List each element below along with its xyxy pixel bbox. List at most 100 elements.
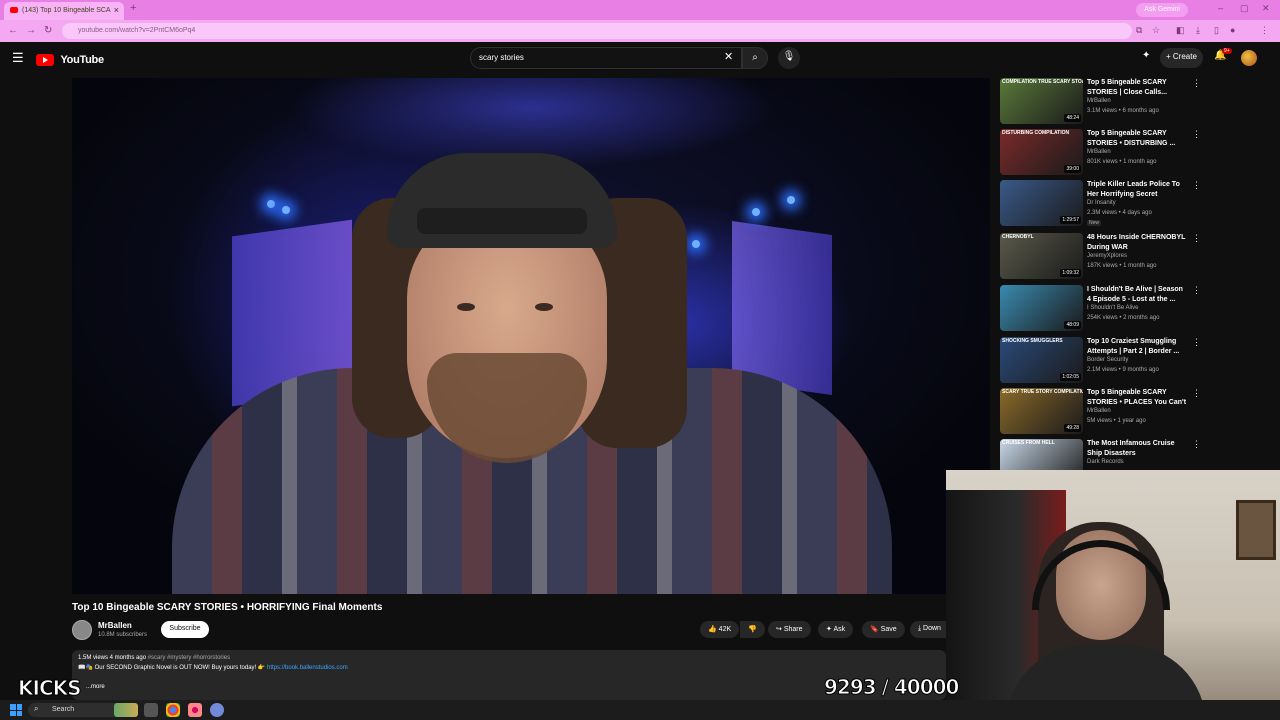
recommended-channel[interactable]: JeremyXplores <box>1087 253 1127 259</box>
recommended-video[interactable]: 48:09 I Shouldn't Be Alive | Season 4 Epi… <box>1000 285 1206 331</box>
new-tab-icon[interactable]: + <box>130 2 136 14</box>
video-frame <box>72 78 990 594</box>
menu-icon[interactable]: ☰ <box>12 50 24 66</box>
voice-search-button[interactable]: 🎙 <box>778 47 800 69</box>
address-bar[interactable]: youtube.com/watch?v=2PntCM6oPq4 <box>62 23 1132 39</box>
youtube-logo[interactable]: YouTube <box>36 51 104 66</box>
subscribe-button[interactable]: Subscribe <box>161 621 209 638</box>
microphone-icon: 🎙 <box>782 51 796 62</box>
account-avatar[interactable] <box>1241 50 1257 66</box>
recommended-title[interactable]: I Shouldn't Be Alive | Season 4 Episode … <box>1087 285 1187 305</box>
like-button[interactable]: 👍 42K <box>700 621 740 638</box>
recommended-video[interactable]: SHOCKING SMUGGLERS 1:02:05 Top 10 Craziest… <box>1000 337 1206 383</box>
thumbnail-label: CHERNOBYL <box>1002 234 1034 240</box>
more-options-icon[interactable]: ⋮ <box>1192 388 1201 399</box>
recommended-channel[interactable]: MrBallen <box>1087 149 1111 155</box>
more-options-icon[interactable]: ⋮ <box>1192 285 1201 296</box>
close-tab-icon[interactable]: × <box>114 5 119 15</box>
recommended-meta: 3.1M views • 6 months ago <box>1087 108 1159 114</box>
views-date: 1.5M views 4 months ago <box>78 655 147 661</box>
recommended-title[interactable]: The Most Infamous Cruise Ship Disasters <box>1087 439 1187 459</box>
brand-overlay: KICKS <box>18 676 83 701</box>
screen: (143) Top 10 Bingeable SCA × + Ask Gemin… <box>0 0 1280 720</box>
discord-icon[interactable] <box>210 703 224 717</box>
more-options-icon[interactable]: ⋮ <box>1192 439 1201 450</box>
recommended-title[interactable]: Top 5 Bingeable SCARY STORIES • DISTURBI… <box>1087 129 1187 149</box>
channel-name[interactable]: MrBallen <box>98 621 132 630</box>
sidepanel-icon[interactable]: ▯ <box>1214 25 1219 36</box>
clear-search-icon[interactable]: ✕ <box>724 50 733 63</box>
video-thumbnail[interactable]: 48:09 <box>1000 285 1083 331</box>
download-icon[interactable]: ⤓ <box>1196 25 1200 36</box>
recommended-channel[interactable]: I Shouldn't Be Alive <box>1087 305 1139 311</box>
beard <box>427 353 587 463</box>
recommended-video[interactable]: SCARY TRUE STORY COMPILATION 49:28 Top 5 B… <box>1000 388 1206 434</box>
browser-tab[interactable]: (143) Top 10 Bingeable SCA × <box>4 2 124 20</box>
description-box[interactable]: 1.5M views 4 months ago #scary #mystery … <box>72 650 946 700</box>
taskbar: Search ⌕ <box>0 700 1280 720</box>
video-thumbnail[interactable]: 1:29:57 <box>1000 180 1083 226</box>
more-options-icon[interactable]: ⋮ <box>1192 337 1201 348</box>
download-button[interactable]: ⤓ Down <box>910 621 946 638</box>
video-thumbnail[interactable]: CHERNOBYL 1:09:32 <box>1000 233 1083 279</box>
forward-icon[interactable]: → <box>26 25 36 36</box>
video-duration: 48:09 <box>1064 321 1081 329</box>
more-options-icon[interactable]: ⋮ <box>1192 78 1201 89</box>
bookmark-star-icon[interactable]: ☆ <box>1152 25 1160 36</box>
video-thumbnail[interactable]: COMPILATION TRUE SCARY STORIES 48:24 <box>1000 78 1083 124</box>
search-input[interactable]: scary stories <box>470 47 742 69</box>
recommended-title[interactable]: Top 5 Bingeable SCARY STORIES • PLACES Y… <box>1087 388 1187 408</box>
save-button[interactable]: 🔖 Save <box>862 621 905 638</box>
maximize-icon[interactable]: ▢ <box>1240 3 1249 14</box>
tab-title: (143) Top 10 Bingeable SCA <box>22 7 111 14</box>
windows-start-icon[interactable] <box>10 704 22 716</box>
recommended-title[interactable]: 48 Hours Inside CHERNOBYL During WAR <box>1087 233 1187 253</box>
recommended-title[interactable]: Triple Killer Leads Police To Her Horrif… <box>1087 180 1187 200</box>
recommended-title[interactable]: Top 5 Bingeable SCARY STORIES | Close Ca… <box>1087 78 1187 98</box>
dislike-button[interactable]: 👎 <box>740 621 765 638</box>
install-icon[interactable]: ⧉ <box>1136 25 1142 36</box>
description-link[interactable]: https://book.ballenstudios.com <box>267 665 348 671</box>
app-icon[interactable] <box>188 703 202 717</box>
ask-gemini-button[interactable]: Ask Gemini <box>1136 3 1188 17</box>
chrome-icon[interactable] <box>166 703 180 717</box>
widget-icon[interactable] <box>114 703 138 717</box>
extensions-icon[interactable]: ◧ <box>1176 25 1185 36</box>
task-view-icon[interactable] <box>144 703 158 717</box>
share-button[interactable]: ↪ Share <box>768 621 811 638</box>
video-title: Top 10 Bingeable SCARY STORIES • HORRIFY… <box>72 602 383 613</box>
back-icon[interactable]: ← <box>8 25 18 36</box>
ask-button[interactable]: ✦ Ask <box>818 621 854 638</box>
browser-menu-icon[interactable]: ⋮ <box>1260 25 1269 36</box>
video-thumbnail[interactable]: SCARY TRUE STORY COMPILATION 49:28 <box>1000 388 1083 434</box>
recommended-video[interactable]: CHERNOBYL 1:09:32 48 Hours Inside CHERNOBY… <box>1000 233 1206 279</box>
sparkle-icon[interactable]: ✦ <box>1142 50 1150 61</box>
reload-icon[interactable]: ↻ <box>44 25 52 36</box>
recommended-channel[interactable]: Dr Insanity <box>1087 200 1116 206</box>
video-duration: 1:29:57 <box>1060 216 1081 224</box>
channel-avatar[interactable] <box>72 620 92 640</box>
close-window-icon[interactable]: ✕ <box>1262 3 1270 14</box>
youtube-header: ☰ YouTube scary stories ✕ ⌕ 🎙 ✦ + Create… <box>0 42 1280 74</box>
video-player[interactable] <box>72 78 990 594</box>
profile-icon[interactable]: ● <box>1230 25 1235 35</box>
more-options-icon[interactable]: ⋮ <box>1192 129 1201 140</box>
recommended-channel[interactable]: Dark Records <box>1087 459 1124 465</box>
video-thumbnail[interactable]: DISTURBING COMPILATION 39:00 <box>1000 129 1083 175</box>
recommended-video[interactable]: 1:29:57 Triple Killer Leads Police To Her… <box>1000 180 1206 226</box>
video-thumbnail[interactable]: SHOCKING SMUGGLERS 1:02:05 <box>1000 337 1083 383</box>
recommended-channel[interactable]: MrBallen <box>1087 408 1111 414</box>
more-options-icon[interactable]: ⋮ <box>1192 233 1201 244</box>
recommended-channel[interactable]: Border Security <box>1087 357 1128 363</box>
recommended-title[interactable]: Top 10 Craziest Smuggling Attempts | Par… <box>1087 337 1187 357</box>
more-options-icon[interactable]: ⋮ <box>1192 180 1201 191</box>
recommended-video[interactable]: DISTURBING COMPILATION 39:00 Top 5 Bingeab… <box>1000 129 1206 175</box>
show-more-link[interactable]: ...more <box>86 684 105 690</box>
minimize-icon[interactable]: – <box>1218 3 1223 13</box>
recommended-video[interactable]: COMPILATION TRUE SCARY STORIES 48:24 Top 5… <box>1000 78 1206 124</box>
hashtags[interactable]: #scary #mystery #horrorstories <box>148 655 230 661</box>
recommended-channel[interactable]: MrBallen <box>1087 98 1111 104</box>
search-button[interactable]: ⌕ <box>742 47 768 69</box>
create-button[interactable]: + Create <box>1160 48 1203 68</box>
stage-light <box>267 200 275 208</box>
